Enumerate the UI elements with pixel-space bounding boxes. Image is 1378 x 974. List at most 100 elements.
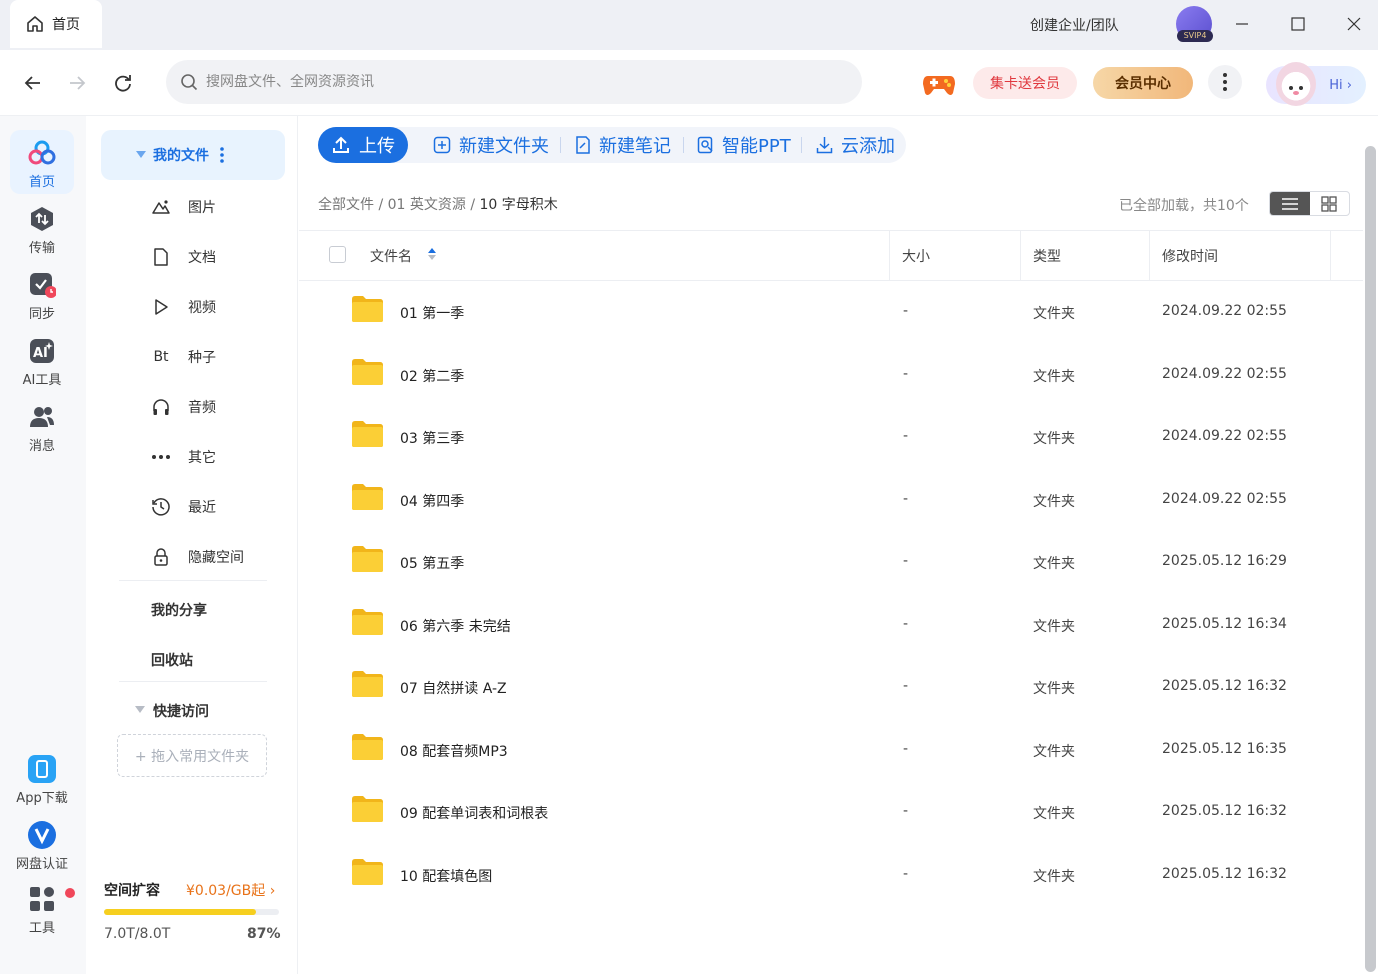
new-folder-button[interactable]: 新建文件夹 (433, 134, 549, 157)
maximize-button[interactable] (1288, 14, 1308, 34)
file-name[interactable]: 04 第四季 (400, 491, 464, 511)
file-size: - (903, 553, 909, 569)
nav-ai-tools[interactable]: AI AI工具 (10, 328, 74, 392)
sidebar-item-label: 音频 (188, 400, 216, 416)
table-row[interactable]: 07 自然拼读 A-Z - 文件夹 2025.05.12 16:32 (299, 656, 1363, 718)
header-size[interactable]: 大小 (902, 246, 930, 266)
file-name[interactable]: 02 第二季 (400, 366, 464, 386)
quick-access-drop-zone[interactable]: + 拖入常用文件夹 (117, 734, 267, 777)
list-view-button[interactable] (1270, 192, 1310, 215)
nav-sync[interactable]: 同步 (10, 262, 74, 326)
my-files-item[interactable]: 我的文件 (101, 130, 285, 180)
column-divider[interactable] (1149, 230, 1150, 281)
file-name[interactable]: 01 第一季 (400, 303, 464, 323)
table-row[interactable]: 02 第二季 - 文件夹 2024.09.22 02:55 (299, 344, 1363, 406)
table-row[interactable]: 01 第一季 - 文件夹 2024.09.22 02:55 (299, 281, 1363, 343)
sidebar-item-recent[interactable]: 最近 (150, 495, 216, 519)
column-divider[interactable] (889, 230, 890, 281)
nav-app-download[interactable]: App下载 (10, 746, 74, 810)
vip-center-button[interactable]: 会员中心 (1093, 67, 1193, 99)
sidebar-item-label: 隐藏空间 (188, 550, 244, 566)
recent-icon (152, 498, 170, 516)
header-modified[interactable]: 修改时间 (1162, 246, 1218, 266)
folder-icon (351, 483, 384, 511)
back-button[interactable] (22, 72, 44, 94)
new-folder-label: 新建文件夹 (459, 136, 549, 157)
sidebar-item-images[interactable]: 图片 (150, 195, 216, 219)
file-name[interactable]: 08 配套音频MP3 (400, 741, 508, 761)
table-row[interactable]: 08 配套音频MP3 - 文件夹 2025.05.12 16:35 (299, 719, 1363, 781)
file-name[interactable]: 06 第六季 未完结 (400, 616, 511, 636)
more-vertical-icon[interactable] (219, 147, 225, 163)
nav-home[interactable]: 首页 (10, 130, 74, 194)
file-modified: 2024.09.22 02:55 (1162, 490, 1287, 507)
file-modified: 2024.09.22 02:55 (1162, 365, 1287, 382)
assistant-avatar[interactable] (1276, 62, 1316, 106)
file-name[interactable]: 05 第五季 (400, 553, 464, 573)
header-name[interactable]: 文件名 (370, 246, 412, 266)
sidebar-item-hidden-space[interactable]: 隐藏空间 (150, 545, 244, 569)
mascot-icon (1289, 86, 1303, 95)
breadcrumb-current: 10 字母积木 (479, 197, 558, 213)
file-type: 文件夹 (1033, 681, 1075, 697)
forward-button[interactable] (66, 72, 88, 94)
table-row[interactable]: 06 第六季 未完结 - 文件夹 2025.05.12 16:34 (299, 594, 1363, 656)
column-divider[interactable] (1330, 230, 1331, 281)
card-promo-button[interactable]: 集卡送会员 (973, 67, 1077, 99)
minimize-button[interactable] (1232, 14, 1252, 34)
storage-price-link[interactable]: ¥0.03/GB起 › (186, 880, 275, 900)
nav-verify[interactable]: 网盘认证 (10, 812, 74, 876)
file-name[interactable]: 03 第三季 (400, 428, 464, 448)
cloud-add-button[interactable]: 云添加 (816, 134, 895, 157)
sidebar-my-share[interactable]: 我的分享 (151, 600, 207, 620)
file-name[interactable]: 10 配套填色图 (400, 866, 492, 886)
search-input[interactable] (206, 74, 806, 90)
select-all-checkbox[interactable] (329, 246, 346, 263)
column-divider[interactable] (1020, 230, 1021, 281)
nav-transfer[interactable]: 传输 (10, 196, 74, 260)
file-name[interactable]: 07 自然拼读 A-Z (400, 678, 507, 698)
chevron-right-icon: › (1346, 77, 1352, 93)
breadcrumb-separator: / (470, 197, 476, 213)
gamepad-icon (923, 76, 955, 95)
nav-messages[interactable]: 消息 (10, 394, 74, 458)
sidebar-item-other[interactable]: 其它 (150, 445, 216, 469)
grid-view-button[interactable] (1310, 192, 1350, 215)
storage-percent: 87% (247, 926, 281, 942)
table-row[interactable]: 05 第五季 - 文件夹 2025.05.12 16:29 (299, 531, 1363, 593)
list-icon (1281, 197, 1298, 210)
header-type[interactable]: 类型 (1033, 246, 1061, 266)
file-type: 文件夹 (1033, 368, 1075, 385)
quick-access-header[interactable]: 快捷访问 (153, 701, 209, 721)
sidebar-item-torrents[interactable]: Bt 种子 (150, 345, 216, 369)
breadcrumb-mid[interactable]: 01 英文资源 (388, 197, 466, 213)
more-menu-button[interactable] (1208, 65, 1242, 99)
cloud-logo-icon (28, 140, 56, 165)
game-button[interactable] (922, 68, 956, 98)
caret-down-icon (136, 151, 146, 158)
file-name[interactable]: 09 配套单词表和词根表 (400, 803, 548, 823)
sort-button[interactable] (428, 247, 436, 261)
smart-ppt-button[interactable]: 智能PPT (697, 134, 791, 157)
sidebar-item-videos[interactable]: 视频 (150, 295, 216, 319)
sidebar-item-audio[interactable]: 音频 (150, 395, 216, 419)
sidebar-recycle-bin[interactable]: 回收站 (151, 650, 193, 670)
quick-access-caret[interactable] (135, 706, 145, 714)
breadcrumb-root[interactable]: 全部文件 (318, 197, 374, 213)
table-row[interactable]: 04 第四季 - 文件夹 2024.09.22 02:55 (299, 469, 1363, 531)
table-row[interactable]: 10 配套填色图 - 文件夹 2025.05.12 16:32 (299, 844, 1363, 906)
tab-home[interactable]: 首页 (10, 0, 102, 48)
search-box[interactable] (166, 60, 862, 104)
table-row[interactable]: 03 第三季 - 文件夹 2024.09.22 02:55 (299, 406, 1363, 468)
sidebar-item-documents[interactable]: 文档 (150, 245, 216, 269)
close-button[interactable] (1344, 14, 1364, 34)
refresh-button[interactable] (112, 72, 134, 94)
upload-button[interactable]: 上传 (318, 127, 408, 163)
create-team-link[interactable]: 创建企业/团队 (1030, 15, 1119, 35)
nav-tools[interactable]: 工具 (10, 876, 74, 940)
new-note-button[interactable]: 新建笔记 (575, 134, 671, 157)
file-modified: 2024.09.22 02:55 (1162, 428, 1287, 444)
table-row[interactable]: 09 配套单词表和词根表 - 文件夹 2025.05.12 16:32 (299, 781, 1363, 843)
scrollbar[interactable] (1365, 146, 1376, 972)
file-size: - (903, 803, 909, 819)
